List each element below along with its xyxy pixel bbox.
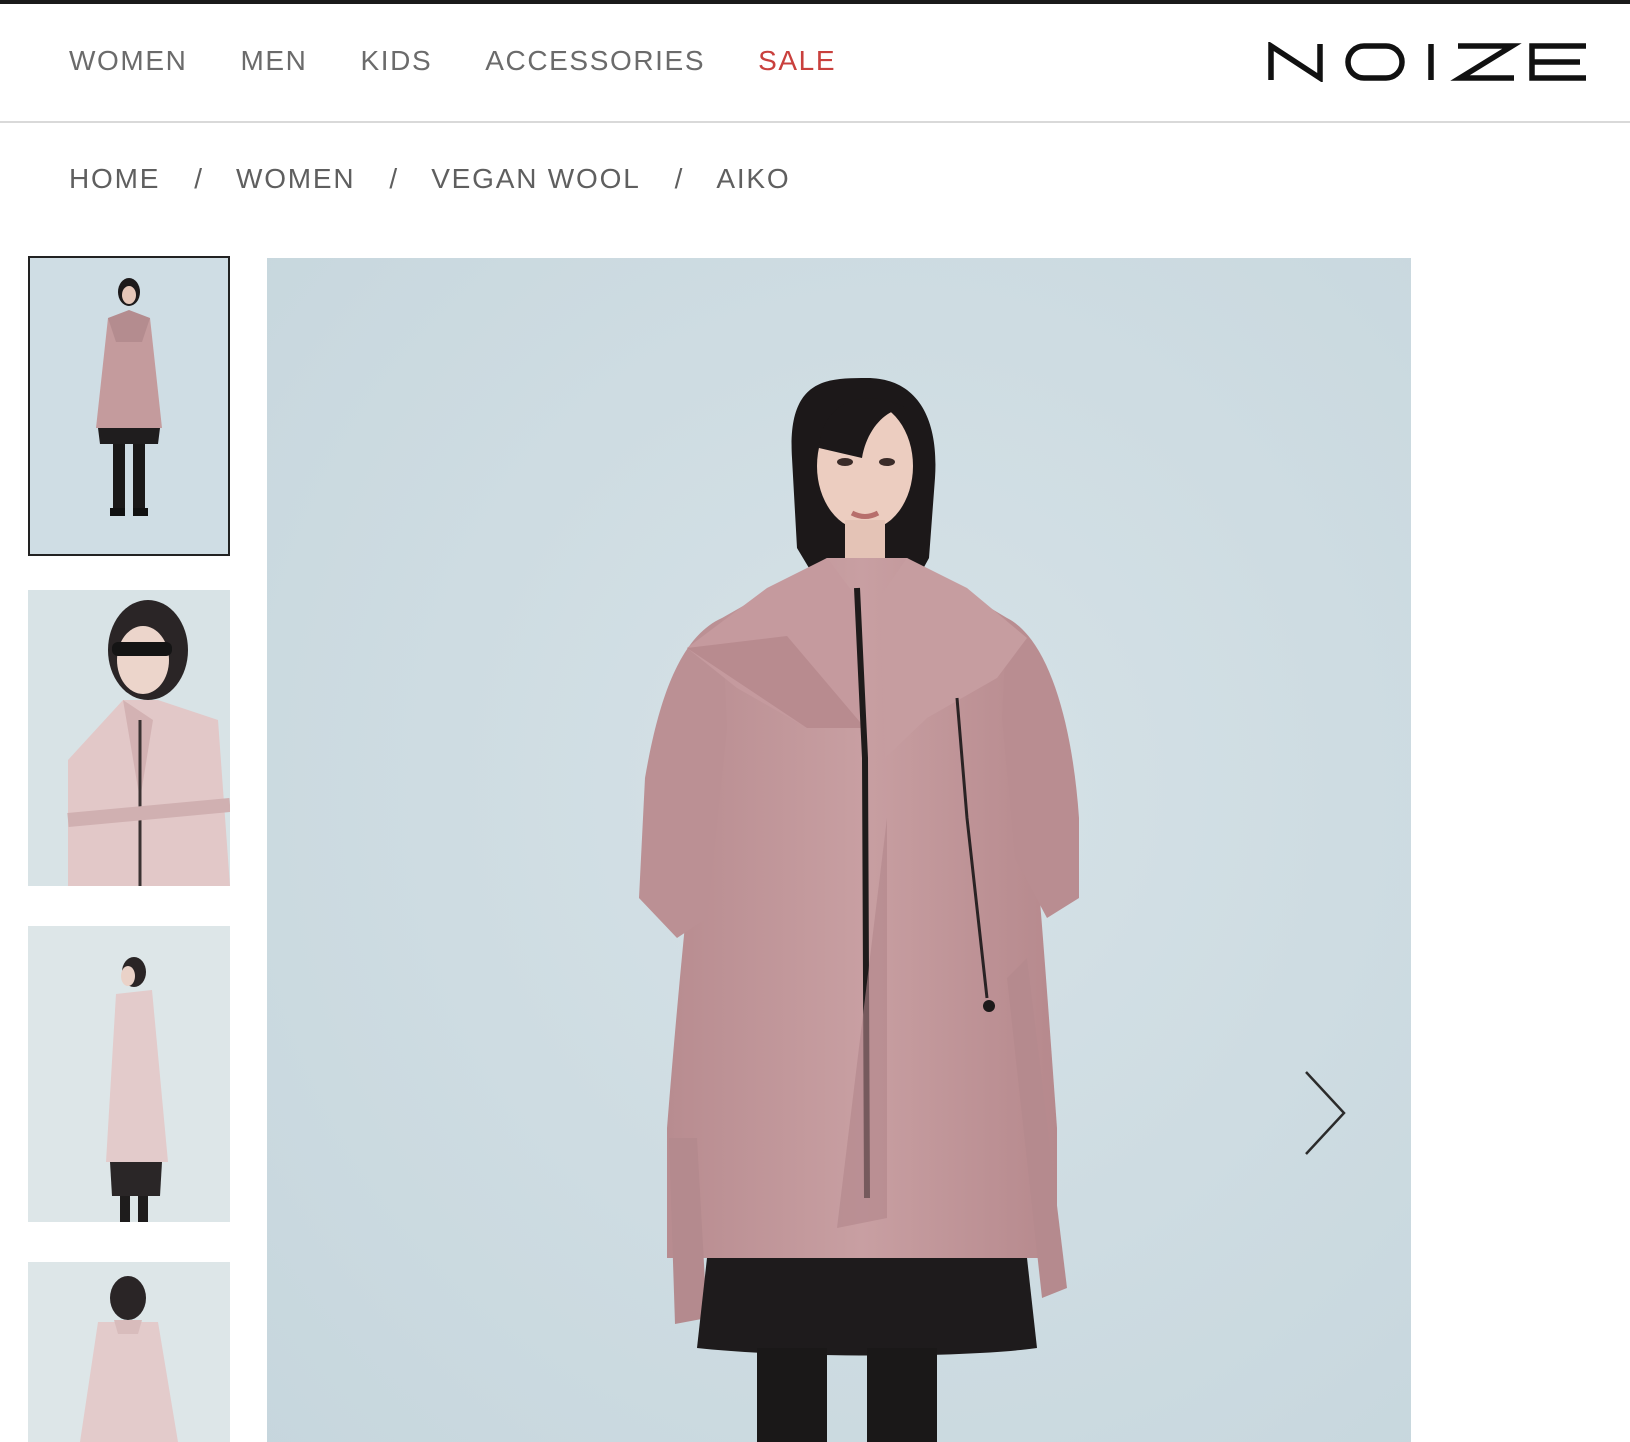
thumbnail-4-back[interactable] xyxy=(28,1262,230,1442)
thumbnail-1-front-full[interactable] xyxy=(28,256,230,556)
product-thumbnail-image xyxy=(30,258,228,554)
product-thumbnail-image xyxy=(28,590,230,886)
product-thumbnail-image xyxy=(28,926,230,1222)
breadcrumb-vegan-wool[interactable]: VEGAN WOOL xyxy=(431,162,640,196)
nav-item-men[interactable]: MEN xyxy=(240,44,307,78)
thumbnail-3-side[interactable] xyxy=(28,926,230,1222)
breadcrumb-current-aiko: AIKO xyxy=(716,163,791,194)
breadcrumb-separator: / xyxy=(674,163,683,194)
chevron-right-icon xyxy=(1305,1071,1346,1155)
main-nav: WOMEN MEN KIDS ACCESSORIES SALE xyxy=(69,44,889,78)
nav-item-accessories[interactable]: ACCESSORIES xyxy=(485,44,705,78)
product-thumbnail-image xyxy=(28,1262,230,1442)
main-product-image xyxy=(267,258,1411,1442)
breadcrumb: HOME / WOMEN / VEGAN WOOL / AIKO xyxy=(69,162,790,196)
thumbnail-2-closeup[interactable] xyxy=(28,590,230,886)
breadcrumb-home[interactable]: HOME xyxy=(69,162,160,196)
product-photo xyxy=(267,258,1411,1442)
breadcrumb-separator: / xyxy=(194,163,202,194)
brand-logo[interactable] xyxy=(1268,40,1590,84)
breadcrumb-women[interactable]: WOMEN xyxy=(236,162,355,196)
nav-item-women[interactable]: WOMEN xyxy=(69,44,187,78)
noize-logo-icon xyxy=(1268,40,1586,84)
nav-item-kids[interactable]: KIDS xyxy=(360,44,432,78)
site-header: WOMEN MEN KIDS ACCESSORIES SALE xyxy=(0,4,1630,123)
next-image-button[interactable] xyxy=(1300,1068,1350,1158)
breadcrumb-separator: / xyxy=(389,163,398,194)
nav-item-sale[interactable]: SALE xyxy=(758,44,836,78)
